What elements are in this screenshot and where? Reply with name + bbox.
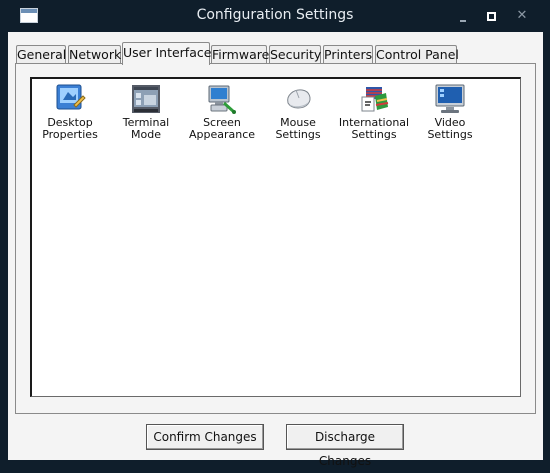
discharge-changes-button[interactable]: Discharge Changes bbox=[286, 424, 404, 468]
minimize-button[interactable] bbox=[455, 8, 471, 24]
item-screen-appearance[interactable]: Screen Appearance bbox=[184, 83, 260, 141]
tab-general[interactable]: General bbox=[16, 45, 66, 64]
item-international-settings[interactable]: International Settings bbox=[336, 83, 412, 141]
tab-network[interactable]: Network bbox=[68, 45, 121, 64]
international-icon bbox=[361, 87, 389, 112]
maximize-icon bbox=[487, 12, 496, 21]
item-label: International Settings bbox=[338, 116, 410, 141]
mouse-icon bbox=[287, 89, 311, 109]
title-bar: Configuration Settings ✕ bbox=[0, 0, 550, 32]
tab-security[interactable]: Security bbox=[269, 45, 321, 64]
config-window: Configuration Settings ✕ General Network… bbox=[0, 0, 550, 468]
terminal-mode-icon bbox=[132, 85, 160, 113]
item-video-settings[interactable]: Video Settings bbox=[412, 83, 488, 141]
item-desktop-properties[interactable]: Desktop Properties bbox=[32, 83, 108, 141]
item-terminal-mode[interactable]: Terminal Mode bbox=[108, 83, 184, 141]
tab-control-panel[interactable]: Control Panel bbox=[375, 45, 459, 64]
close-button[interactable]: ✕ bbox=[514, 8, 530, 24]
monitor-icon bbox=[435, 84, 465, 113]
tab-user-interface[interactable]: User Interface bbox=[122, 42, 211, 65]
item-mouse-settings[interactable]: Mouse Settings bbox=[260, 83, 336, 141]
tab-printers[interactable]: Printers bbox=[323, 45, 373, 64]
minimize-icon bbox=[460, 20, 466, 22]
item-label: Screen Appearance bbox=[188, 116, 256, 141]
desktop-properties-icon bbox=[56, 84, 86, 110]
settings-icon-list: Desktop Properties Terminal Mode Screen … bbox=[30, 77, 521, 397]
item-label: Mouse Settings bbox=[275, 116, 321, 141]
confirm-changes-button[interactable]: Confirm Changes bbox=[146, 424, 264, 450]
item-label: Terminal Mode bbox=[122, 116, 170, 141]
item-label: Video Settings bbox=[427, 116, 473, 141]
tab-firmware[interactable]: Firmware bbox=[211, 45, 269, 64]
dialog-body: General Network User Interface Firmware … bbox=[8, 32, 543, 468]
screen-appearance-icon bbox=[208, 85, 236, 114]
maximize-button[interactable] bbox=[483, 8, 499, 24]
item-label: Desktop Properties bbox=[42, 116, 98, 141]
close-icon: ✕ bbox=[516, 8, 528, 23]
tab-panel: Desktop Properties Terminal Mode Screen … bbox=[15, 63, 536, 414]
